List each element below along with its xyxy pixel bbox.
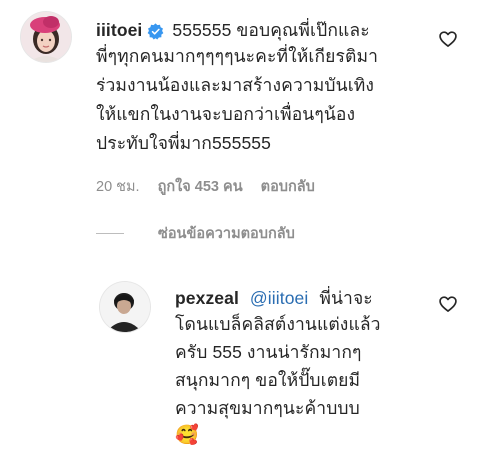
reply-line-1: พี่น่าจะ	[319, 288, 373, 308]
divider-line	[96, 233, 124, 234]
comment-line-5: ประทับใจพี่มาก555555	[96, 133, 271, 153]
comment-line-3: ร่วมงานน้องและมาสร้างความบันเทิง	[96, 75, 375, 95]
reply-body: pexzeal @iiitoei พี่น่าจะ โดนแบล็คลิสต์ง…	[175, 286, 381, 450]
reply-avatar[interactable]	[100, 282, 150, 332]
avatar-photo	[100, 282, 150, 332]
comment-line-4: ให้แขกในงานจะบอกว่าเพื่อนๆน้อง	[96, 104, 356, 124]
comment-likes[interactable]: ถูกใจ 453 คน	[158, 179, 243, 195]
reply-line-2: โดนแบล็คลิสต์งานแต่งแล้ว	[175, 314, 381, 334]
comment-username[interactable]: iiitoei	[96, 18, 142, 42]
avatar-photo	[21, 12, 71, 62]
reply-button[interactable]: ตอบกลับ	[261, 179, 315, 195]
hide-replies-button[interactable]: ซ่อนข้อความตอบกลับ	[96, 222, 295, 245]
reply-line-3: ครับ 555 งานน่ารักมากๆ	[175, 342, 362, 362]
comment-time[interactable]: 20 ชม.	[96, 179, 140, 195]
comment-body: iiitoei 555555 ขอบคุณพี่เป๊กและ พี่ๆทุกค…	[96, 18, 378, 158]
commenter-avatar[interactable]	[21, 12, 71, 62]
reply-username[interactable]: pexzeal	[175, 288, 239, 308]
comment-line-1: 555555 ขอบคุณพี่เป๊กและ	[172, 20, 370, 40]
comment-line-2: พี่ๆทุกคนมากๆๆๆๆนะคะที่ให้เกียรติมา	[96, 46, 379, 66]
reply-like-heart-icon[interactable]	[438, 294, 458, 314]
comment-meta: 20 ชม. ถูกใจ 453 คน ตอบกลับ	[96, 175, 329, 198]
reply-line-5: ความสุขมากๆนะค้าบบบ	[175, 398, 360, 418]
hide-replies-label: ซ่อนข้อความตอบกลับ	[158, 226, 295, 242]
reply-line-4: สนุกมากๆ ขอให้ปั๊บเตยมี	[175, 370, 361, 390]
smiling-face-with-hearts-icon: 🥰	[175, 425, 199, 446]
verified-badge-icon	[147, 22, 164, 39]
like-heart-icon[interactable]	[438, 29, 458, 49]
reply-mention[interactable]: @iiitoei	[250, 288, 308, 308]
